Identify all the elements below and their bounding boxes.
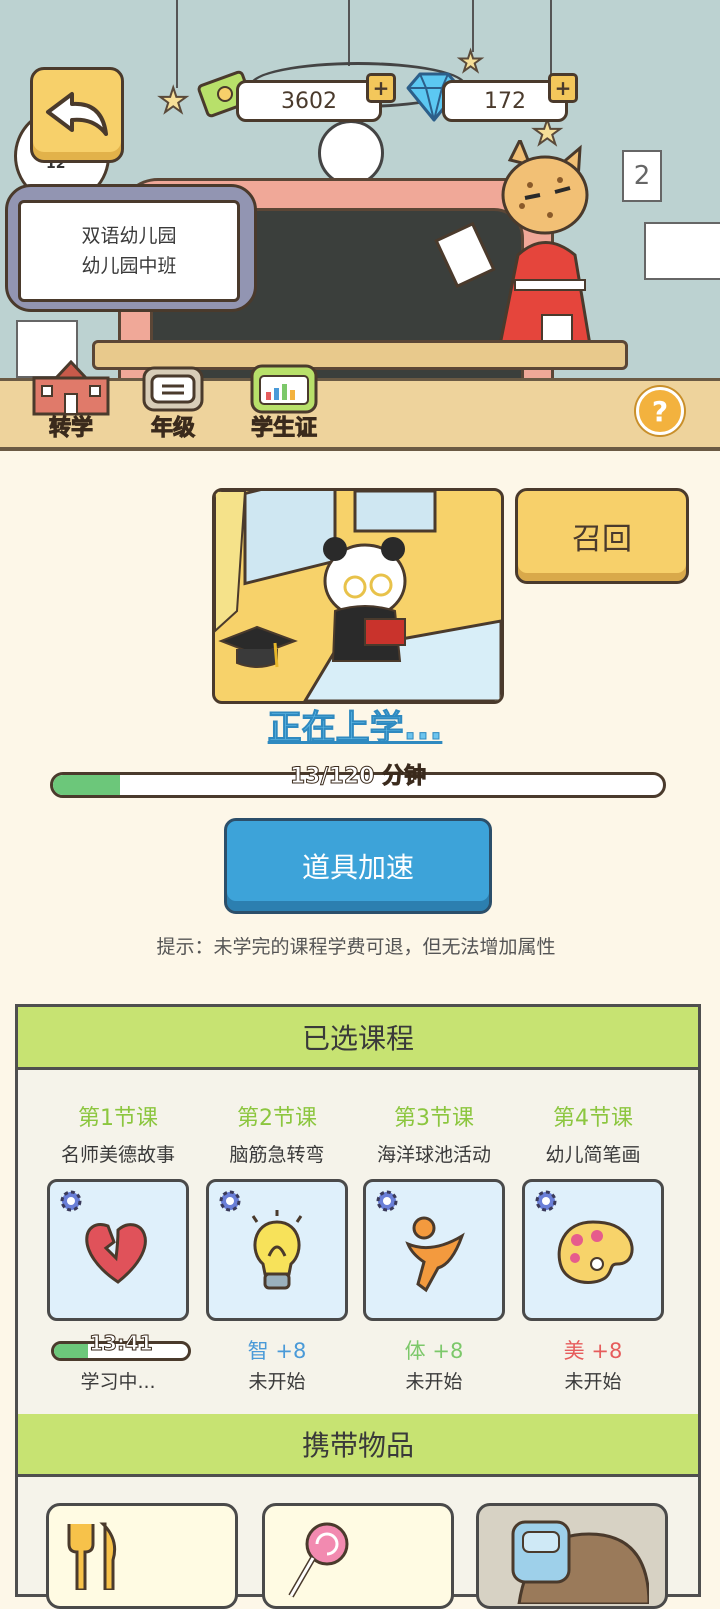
item-slot-candy[interactable] bbox=[262, 1503, 454, 1609]
course-card[interactable] bbox=[47, 1179, 189, 1321]
gear-icon bbox=[535, 1190, 557, 1212]
menu-student-id[interactable]: 学生证 bbox=[248, 360, 320, 442]
course-lesson-number: 第4节课 bbox=[553, 1106, 633, 1131]
item-slot-food[interactable] bbox=[46, 1503, 238, 1609]
course-slot-2: 第2节课 脑筋急转弯 智 +8 未开始 bbox=[206, 1100, 348, 1394]
course-card[interactable] bbox=[522, 1179, 664, 1321]
wall-note-number: 2 bbox=[633, 161, 651, 191]
class-name: 幼儿园中班 bbox=[81, 255, 177, 277]
backpack-icon bbox=[511, 1520, 649, 1604]
menu-transfer-label: 转学 bbox=[48, 416, 93, 442]
menu-grade[interactable]: 年级 bbox=[140, 360, 206, 442]
carried-items-header: 携带物品 bbox=[18, 1414, 698, 1477]
lightbulb-icon bbox=[251, 1210, 303, 1290]
study-progress-text: 13/120 分钟 bbox=[289, 764, 427, 790]
gear-icon bbox=[376, 1190, 398, 1212]
course-attribute-bonus: 美 +8 bbox=[563, 1339, 623, 1363]
lollipop-icon bbox=[288, 1522, 349, 1598]
grade-book-icon bbox=[142, 366, 204, 412]
gear-icon bbox=[219, 1190, 241, 1212]
course-attribute-bonus: 体 +8 bbox=[404, 1339, 464, 1363]
item-slot-bag[interactable] bbox=[476, 1503, 668, 1609]
course-slot-1: 第1节课 名师美德故事 13:41 学习中... bbox=[47, 1100, 191, 1394]
course-name: 幼儿简笔画 bbox=[545, 1144, 641, 1166]
studying-status: 正在上学... bbox=[267, 708, 443, 749]
back-button[interactable] bbox=[30, 67, 124, 163]
school-sign-board: 双语幼儿园 幼儿园中班 bbox=[18, 200, 240, 302]
course-name: 海洋球池活动 bbox=[376, 1144, 491, 1166]
item-boost-button[interactable]: 道具加速 bbox=[224, 818, 492, 914]
ceiling-lamp-icon bbox=[318, 120, 384, 186]
course-card[interactable] bbox=[363, 1179, 505, 1321]
menu-grade-label: 年级 bbox=[150, 416, 195, 442]
recall-button[interactable]: 召回 bbox=[515, 488, 689, 584]
star-decoration-icon: ★ bbox=[157, 81, 190, 121]
course-status: 未开始 bbox=[564, 1371, 622, 1393]
course-slot-4: 第4节课 幼儿简笔画 美 +8 未开始 bbox=[522, 1100, 664, 1394]
course-lesson-number: 第2节课 bbox=[237, 1106, 317, 1131]
cash-value: 3602 bbox=[281, 88, 337, 114]
studying-panda-illustration bbox=[212, 488, 504, 704]
runner-icon bbox=[405, 1216, 465, 1293]
palette-icon bbox=[557, 1220, 634, 1284]
hanging-string bbox=[176, 0, 178, 88]
course-status: 未开始 bbox=[248, 1371, 306, 1393]
help-icon: ? bbox=[651, 394, 669, 428]
add-cash-button[interactable]: + bbox=[366, 73, 396, 103]
lamp-string bbox=[348, 0, 350, 66]
heart-icon bbox=[85, 1223, 147, 1284]
gear-icon bbox=[60, 1190, 82, 1212]
course-slot-3: 第3节课 海洋球池活动 体 +8 未开始 bbox=[363, 1100, 505, 1394]
item-boost-label: 道具加速 bbox=[301, 851, 414, 884]
selected-courses-header: 已选课程 bbox=[18, 1007, 698, 1070]
course-lesson-number: 第1节课 bbox=[78, 1106, 158, 1131]
selected-courses-title: 已选课程 bbox=[301, 1022, 414, 1055]
course-attribute-bonus: 智 +8 bbox=[247, 1339, 307, 1363]
wall-poster bbox=[644, 222, 720, 280]
school-name: 双语幼儿园 bbox=[81, 225, 177, 247]
wall-note: 2 bbox=[622, 150, 662, 202]
course-timer: 13:41 bbox=[51, 1331, 191, 1361]
course-status: 学习中... bbox=[80, 1371, 156, 1393]
menu-transfer-school[interactable]: 转学 bbox=[28, 360, 114, 442]
carried-items-title: 携带物品 bbox=[301, 1429, 414, 1462]
help-button[interactable]: ? bbox=[636, 387, 684, 435]
school-building-icon bbox=[32, 360, 110, 416]
back-arrow-icon bbox=[46, 92, 108, 136]
course-name: 名师美德故事 bbox=[60, 1144, 175, 1166]
course-status: 未开始 bbox=[405, 1371, 463, 1393]
teacher-leopard-icon bbox=[434, 140, 592, 347]
course-lesson-number: 第3节课 bbox=[394, 1106, 474, 1131]
recall-label: 召回 bbox=[572, 522, 632, 557]
menu-student-id-label: 学生证 bbox=[250, 416, 317, 442]
course-timer-text: 13:41 bbox=[89, 1331, 154, 1356]
add-gems-button[interactable]: + bbox=[548, 73, 578, 103]
course-name: 脑筋急转弯 bbox=[229, 1144, 325, 1166]
cash-amount: 3602 bbox=[236, 80, 382, 122]
course-card[interactable] bbox=[206, 1179, 348, 1321]
gem-value: 172 bbox=[484, 88, 526, 114]
student-id-icon bbox=[250, 364, 318, 414]
fork-knife-icon bbox=[67, 1522, 117, 1590]
refund-hint: 提示：未学完的课程学费可退，但无法增加属性 bbox=[156, 936, 556, 958]
